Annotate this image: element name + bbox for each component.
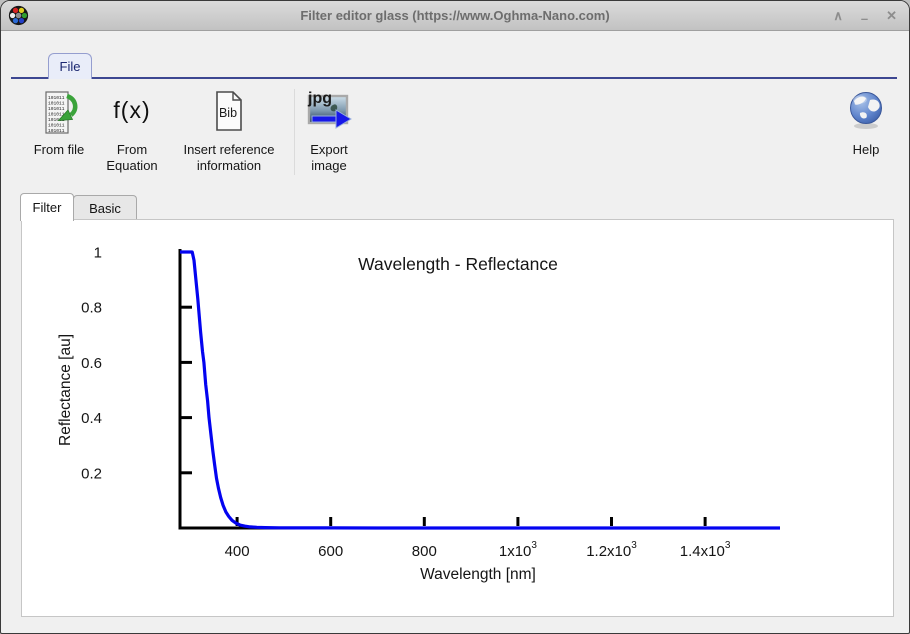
- globe-icon: [847, 89, 885, 137]
- y-tick-label: 0.8: [81, 300, 102, 317]
- from-equation-label: From Equation: [106, 142, 157, 175]
- ribbon-tab-file[interactable]: File: [48, 53, 92, 79]
- filter-panel: 0.2 0.4 0.6 0.8 1 400 600 800 1x103 1.2x103 1.4x10…: [21, 219, 894, 617]
- toolbar-separator: [294, 89, 295, 175]
- svg-text:101011: 101011: [48, 101, 65, 107]
- window-controls: ∧ – ✕: [833, 1, 897, 30]
- x-tick-label: 800: [412, 543, 437, 560]
- export-image-label: Export image: [310, 142, 348, 175]
- tab-basic[interactable]: Basic: [73, 195, 137, 220]
- ribbon-divider: [11, 77, 897, 79]
- fx-equation-icon: f(x): [113, 89, 150, 137]
- x-tick-label: 400: [225, 543, 250, 560]
- chart-title: Wavelength - Reflectance: [358, 254, 558, 274]
- y-tick-label: 0.4: [81, 410, 102, 427]
- chart-axes: [180, 249, 780, 528]
- bib-document-icon: Bib: [212, 89, 246, 137]
- help-label: Help: [853, 142, 880, 158]
- export-image-button[interactable]: jpg Export image: [298, 89, 360, 175]
- from-file-button[interactable]: 101011 101011 101011 101011 101011 10101…: [19, 89, 99, 158]
- tab-filter[interactable]: Filter: [20, 193, 74, 221]
- x-tick-label: 1.4x103: [680, 540, 731, 560]
- shade-button[interactable]: ∧: [833, 9, 843, 22]
- svg-text:101011: 101011: [48, 128, 65, 134]
- svg-text:jpg: jpg: [307, 90, 332, 107]
- app-window: Filter editor glass (https://www.Oghma-N…: [0, 0, 910, 634]
- close-button[interactable]: ✕: [886, 9, 897, 22]
- binary-document-green-arrow-icon: 101011 101011 101011 101011 101011 10101…: [38, 89, 80, 137]
- insert-reference-button[interactable]: Bib Insert reference information: [165, 89, 293, 175]
- insert-reference-label: Insert reference information: [183, 142, 274, 175]
- svg-text:101011: 101011: [48, 123, 65, 129]
- reflectance-curve: [180, 252, 780, 528]
- from-equation-button[interactable]: f(x) From Equation: [97, 89, 167, 175]
- title-bar[interactable]: Filter editor glass (https://www.Oghma-N…: [1, 1, 909, 31]
- y-tick-label: 1: [94, 245, 102, 262]
- x-tick-label: 1.2x103: [586, 540, 637, 560]
- svg-text:Bib: Bib: [219, 106, 237, 120]
- x-tick-label: 1x103: [499, 540, 538, 560]
- help-button[interactable]: Help: [834, 89, 898, 158]
- x-tick-label: 600: [318, 543, 343, 560]
- y-tick-label: 0.2: [81, 465, 102, 482]
- svg-text:101011: 101011: [48, 106, 65, 112]
- jpg-export-icon: jpg: [305, 89, 353, 137]
- y-tick-label: 0.6: [81, 355, 102, 372]
- from-file-label: From file: [34, 142, 85, 158]
- svg-text:101011: 101011: [48, 95, 65, 101]
- y-axis-label: Reflectance [au]: [57, 334, 74, 446]
- window-title: Filter editor glass (https://www.Oghma-N…: [1, 1, 909, 30]
- x-axis-label: Wavelength [nm]: [420, 566, 536, 583]
- reflectance-chart: 0.2 0.4 0.6 0.8 1 400 600 800 1x103 1.2x103 1.4x10…: [22, 220, 891, 614]
- minimize-button[interactable]: –: [861, 12, 868, 25]
- screenshot-stage: Filter editor glass (https://www.Oghma-N…: [0, 0, 910, 634]
